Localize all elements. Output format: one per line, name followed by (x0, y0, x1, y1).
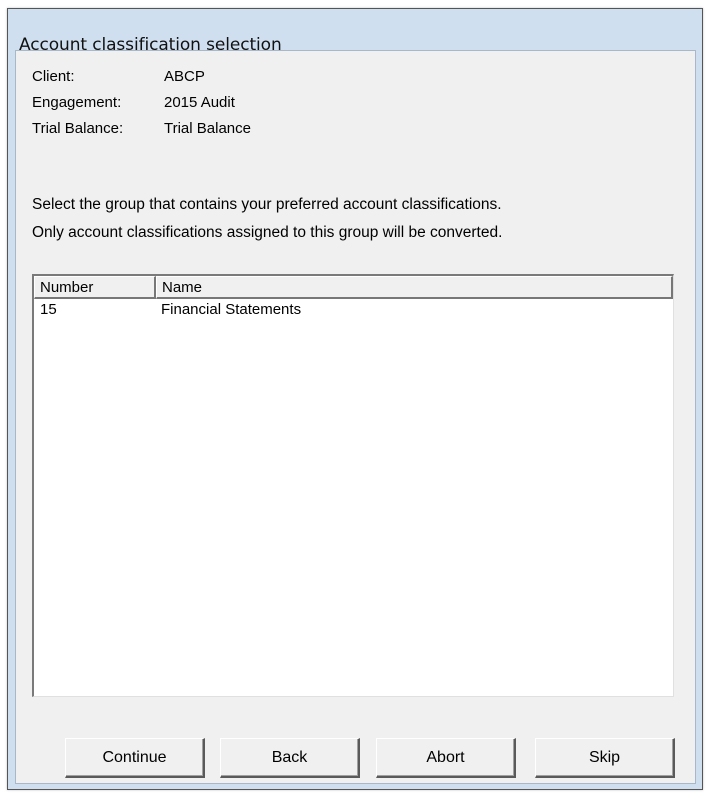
engagement-label: Engagement: (32, 93, 122, 111)
row-number: 15 (40, 300, 57, 318)
column-header-number[interactable]: Number (34, 276, 156, 299)
trial-balance-value: Trial Balance (164, 119, 251, 137)
continue-button[interactable]: Continue (65, 738, 205, 778)
instructions: Select the group that contains your pref… (32, 195, 502, 251)
client-label: Client: (32, 67, 75, 85)
instruction-line-2: Only account classifications assigned to… (32, 224, 503, 241)
instruction-line-1: Select the group that contains your pref… (32, 196, 502, 213)
list-row[interactable]: 15 Financial Statements (34, 299, 673, 319)
column-header-name[interactable]: Name (156, 276, 673, 299)
info-row-client: Client: ABCP (32, 63, 251, 89)
row-name: Financial Statements (161, 300, 302, 318)
info-row-engagement: Engagement: 2015 Audit (32, 89, 251, 115)
engagement-value: 2015 Audit (164, 93, 235, 111)
client-value: ABCP (164, 67, 205, 85)
group-list[interactable]: Number Name 15 Financial Statements (32, 274, 674, 697)
abort-button[interactable]: Abort (376, 738, 516, 778)
skip-button[interactable]: Skip (535, 738, 675, 778)
title-bar[interactable]: Account classification selection (8, 9, 702, 55)
trial-balance-label: Trial Balance: (32, 119, 124, 137)
info-grid: Client: ABCP Engagement: 2015 Audit Tria… (32, 63, 251, 141)
button-row: Continue Back Abort Skip (65, 738, 675, 778)
dialog-body: Client: ABCP Engagement: 2015 Audit Tria… (15, 50, 696, 784)
info-row-trial-balance: Trial Balance: Trial Balance (32, 115, 251, 141)
list-header: Number Name (34, 276, 673, 299)
back-button[interactable]: Back (220, 738, 360, 778)
dialog-window: Account classification selection Client:… (7, 8, 703, 790)
